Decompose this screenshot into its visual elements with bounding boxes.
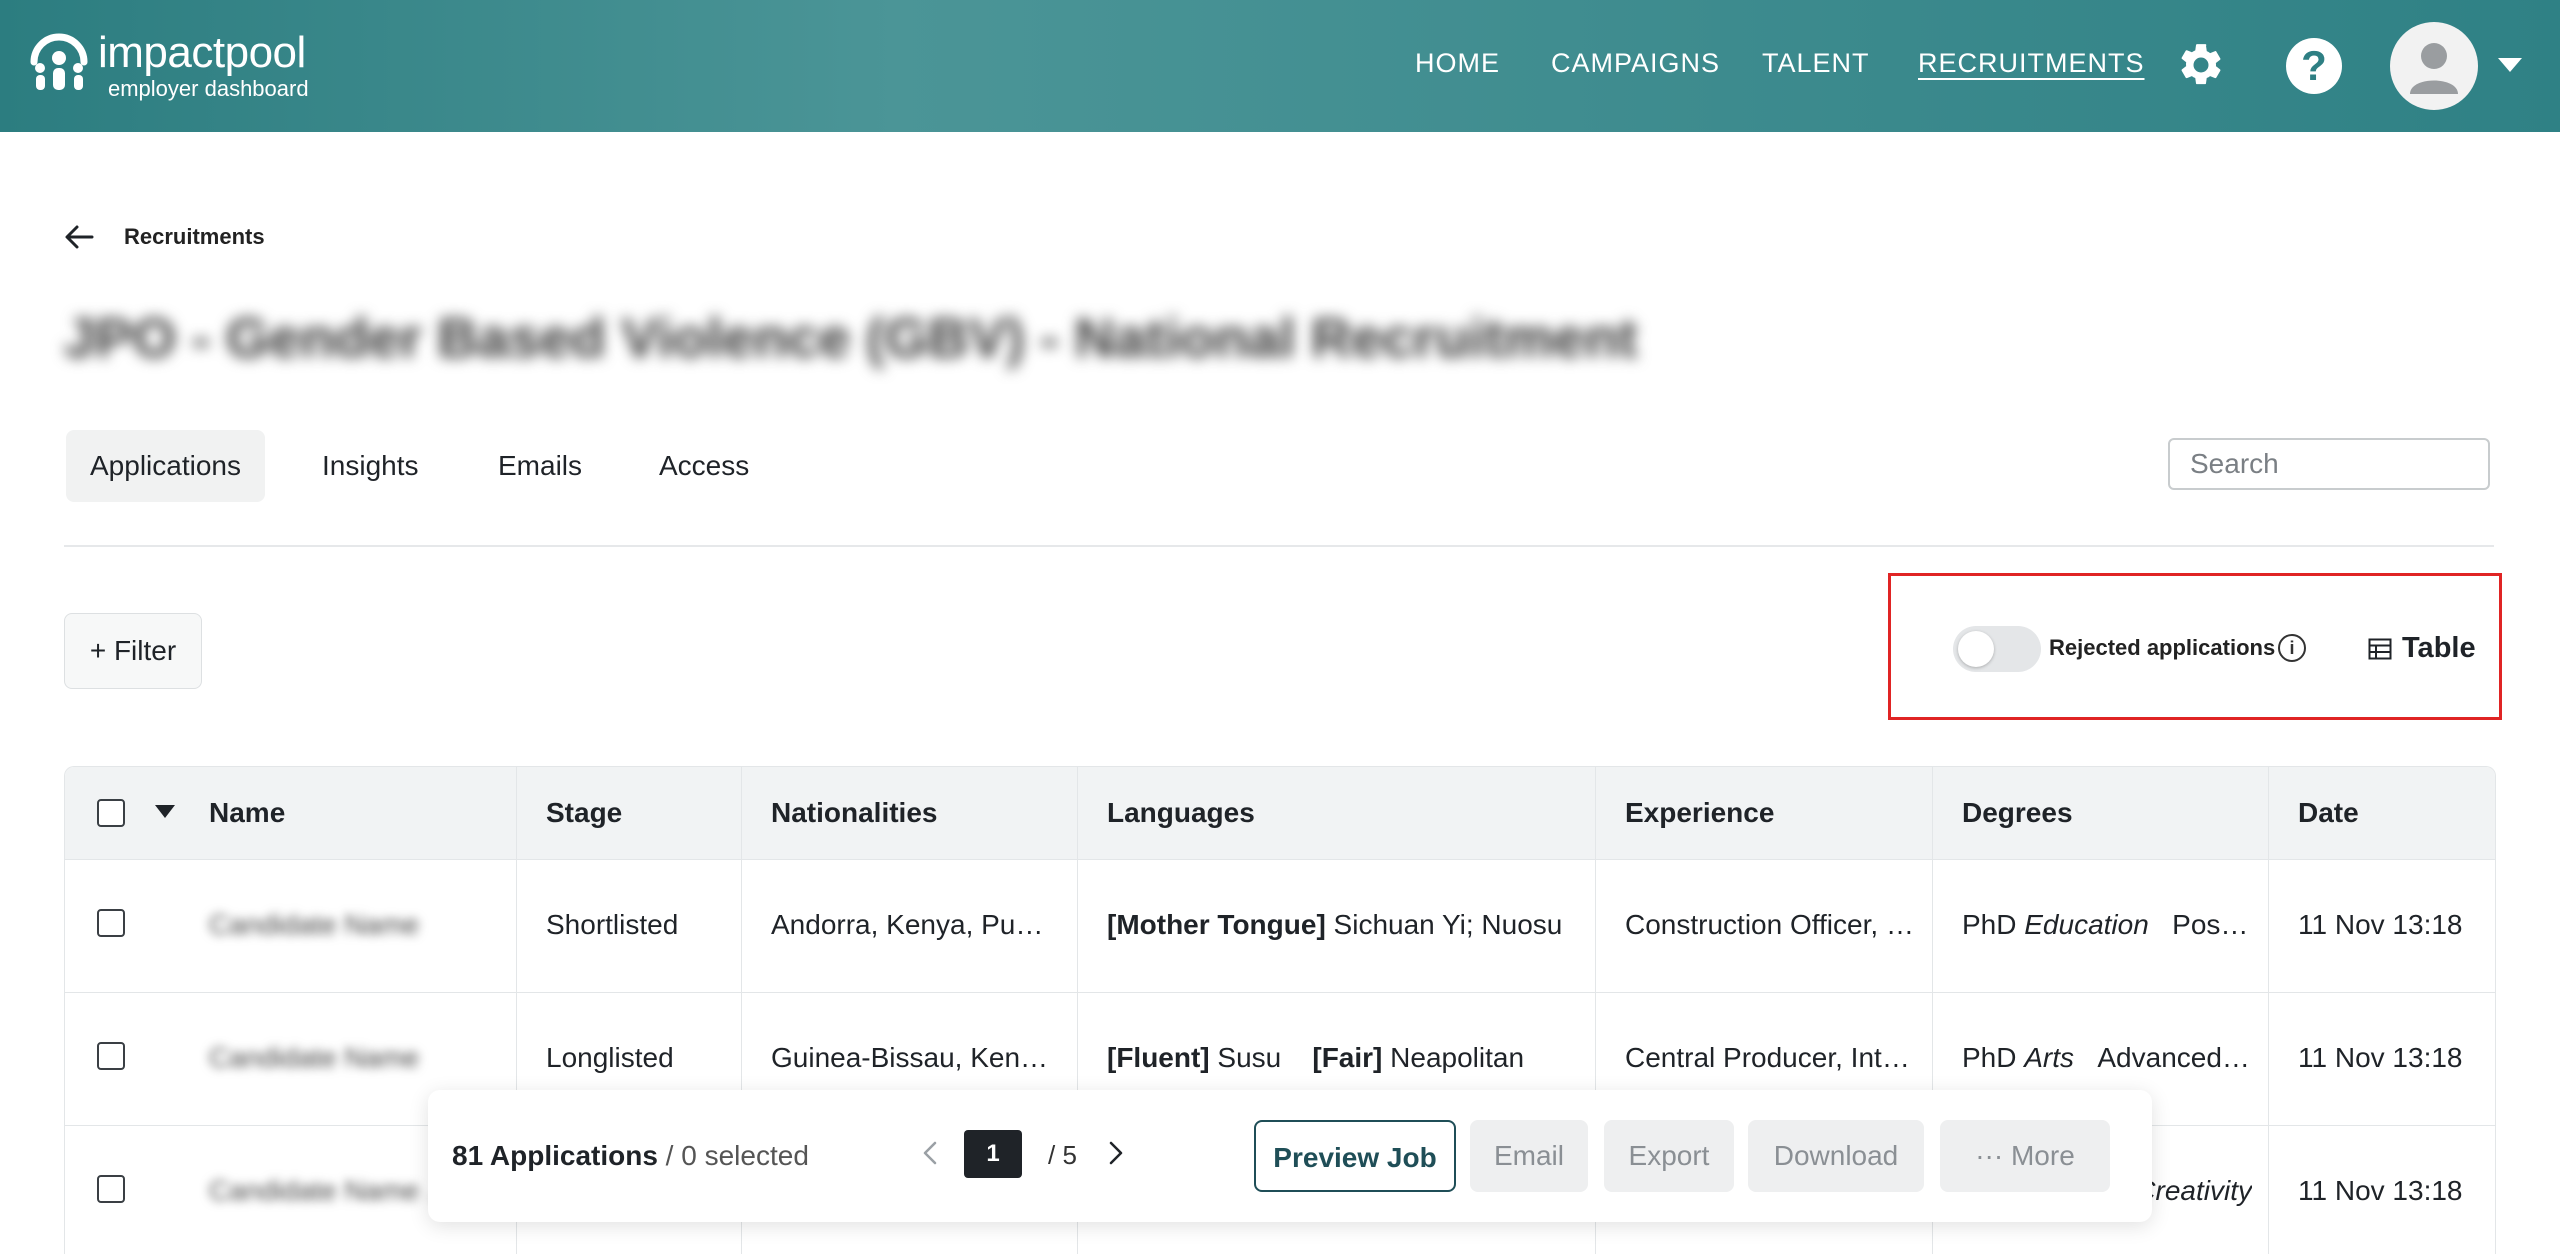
application-date: 11 Nov 13:18 (2298, 909, 2463, 940)
nav-talent[interactable]: TALENT (1762, 48, 1870, 79)
column-header-degrees[interactable]: Degrees (1962, 797, 2073, 829)
export-button[interactable]: Export (1604, 1120, 1734, 1192)
chevron-right-icon[interactable] (1108, 1140, 1124, 1166)
toggle-knob (1958, 631, 1994, 667)
degree-field: Arts (2024, 1042, 2075, 1073)
table-view-toggle[interactable]: Table (2402, 632, 2476, 665)
applicant-name[interactable]: Candidate Name Long (209, 1175, 459, 1207)
language-level: [Mother Tongue] (1107, 909, 1326, 940)
current-page[interactable]: 1 (964, 1130, 1022, 1178)
language-level: [Fair] (1312, 1042, 1383, 1073)
rejected-applications-label: Rejected applications (2049, 635, 2276, 660)
select-all-checkbox[interactable] (97, 799, 125, 827)
gear-icon[interactable] (2176, 40, 2226, 90)
language-level: [Fluent] (1107, 1042, 1210, 1073)
breadcrumb-recruitments[interactable]: Recruitments (124, 224, 265, 250)
language-name: Susu (1209, 1042, 1282, 1073)
brand-subtitle: employer dashboard (108, 76, 309, 101)
row-checkbox[interactable] (97, 1175, 125, 1203)
tab-emails[interactable]: Emails (474, 430, 606, 502)
degree-level: Postgraduate (2172, 909, 2252, 940)
logo-mark-icon (30, 33, 88, 90)
brand-name: impactpool (98, 28, 306, 77)
applicant-stage: Longlisted (546, 1042, 674, 1073)
applications-total: 81 Applications (452, 1140, 658, 1171)
back-arrow-icon[interactable] (64, 224, 94, 250)
applications-count: 81 Applications / 0 selected (452, 1140, 809, 1172)
tab-access[interactable]: Access (635, 430, 773, 502)
degree-level: PhD (1962, 909, 2017, 940)
tabs-divider (64, 545, 2494, 547)
column-header-languages[interactable]: Languages (1107, 797, 1255, 829)
more-actions-button[interactable]: ··· More (1940, 1120, 2110, 1192)
table-view-icon[interactable] (2368, 638, 2392, 660)
search-input[interactable] (2168, 438, 2490, 490)
table-row[interactable]: Candidate Name Shortlisted Andorra, Keny… (65, 859, 2495, 993)
chevron-left-icon[interactable] (922, 1140, 938, 1166)
applicant-name[interactable]: Candidate Name (209, 1042, 459, 1074)
applicant-degrees: PhD Education Postgraduate (1962, 909, 2252, 941)
column-header-stage[interactable]: Stage (546, 797, 622, 829)
add-filter-button[interactable]: + Filter (64, 613, 202, 689)
preview-job-button[interactable]: Preview Job (1254, 1120, 1456, 1192)
column-header-date[interactable]: Date (2298, 797, 2359, 829)
total-pages: / 5 (1048, 1140, 1077, 1170)
applicant-nationalities: Andorra, Kenya, Puerto Rico (771, 909, 1051, 940)
page-title: JPO - Gender Based Violence (GBV) - Nati… (64, 306, 1638, 369)
applicant-stage: Shortlisted (546, 909, 679, 940)
selected-count: / 0 selected (657, 1140, 809, 1171)
email-button[interactable]: Email (1470, 1120, 1588, 1192)
chevron-down-icon[interactable] (155, 805, 175, 818)
row-checkbox[interactable] (97, 1042, 125, 1070)
tab-insights[interactable]: Insights (298, 430, 443, 502)
avatar-icon (2410, 43, 2458, 94)
download-button[interactable]: Download (1748, 1120, 1924, 1192)
language-name: Sichuan Yi; Nuosu (1325, 909, 1563, 940)
top-navigation-bar: impactpool employer dashboard HOME CAMPA… (0, 0, 2560, 132)
table-header: Name Stage Nationalities Languages Exper… (65, 767, 2495, 860)
degree-level: Advanced Degree (2097, 1042, 2252, 1073)
applicant-experience: Construction Officer, Consultant (1625, 909, 1915, 940)
applicant-nationalities: Guinea-Bissau, Kenya, Peru (771, 1042, 1051, 1073)
degree-field: Creativity (2135, 1175, 2252, 1206)
column-header-experience[interactable]: Experience (1625, 797, 1774, 829)
tab-applications[interactable]: Applications (66, 430, 265, 502)
help-icon[interactable]: ? (2286, 38, 2342, 94)
applicant-languages: [Mother Tongue] Sichuan Yi; Nuosu (1107, 909, 1577, 941)
nav-recruitments[interactable]: RECRUITMENTS (1918, 48, 2145, 79)
applicant-languages: [Fluent] Susu [Fair] Neapolitan (1107, 1042, 1577, 1074)
applicant-degrees: PhD Arts Advanced Degree (1962, 1042, 2252, 1074)
impactpool-logo[interactable]: impactpool employer dashboard (26, 26, 326, 106)
column-header-nationalities[interactable]: Nationalities (771, 797, 937, 829)
chevron-down-icon[interactable] (2498, 58, 2522, 72)
application-date: 11 Nov 13:18 (2298, 1042, 2463, 1073)
nav-home[interactable]: HOME (1415, 48, 1500, 79)
language-name: Neapolitan (1382, 1042, 1525, 1073)
user-avatar[interactable] (2390, 22, 2478, 110)
degree-level: PhD (1962, 1042, 2017, 1073)
applicant-name[interactable]: Candidate Name (209, 909, 459, 941)
row-checkbox[interactable] (97, 909, 125, 937)
rejected-applications-toggle[interactable] (1953, 626, 2041, 672)
applicant-experience: Central Producer, Intern (1625, 1042, 1915, 1073)
bulk-actions-bar: 81 Applications / 0 selected 1 / 5 Previ… (428, 1090, 2152, 1222)
nav-campaigns[interactable]: CAMPAIGNS (1551, 48, 1720, 79)
info-icon[interactable]: i (2278, 634, 2306, 662)
column-header-name[interactable]: Name (209, 797, 285, 829)
degree-field: Education (2024, 909, 2149, 940)
application-date: 11 Nov 13:18 (2298, 1175, 2463, 1206)
